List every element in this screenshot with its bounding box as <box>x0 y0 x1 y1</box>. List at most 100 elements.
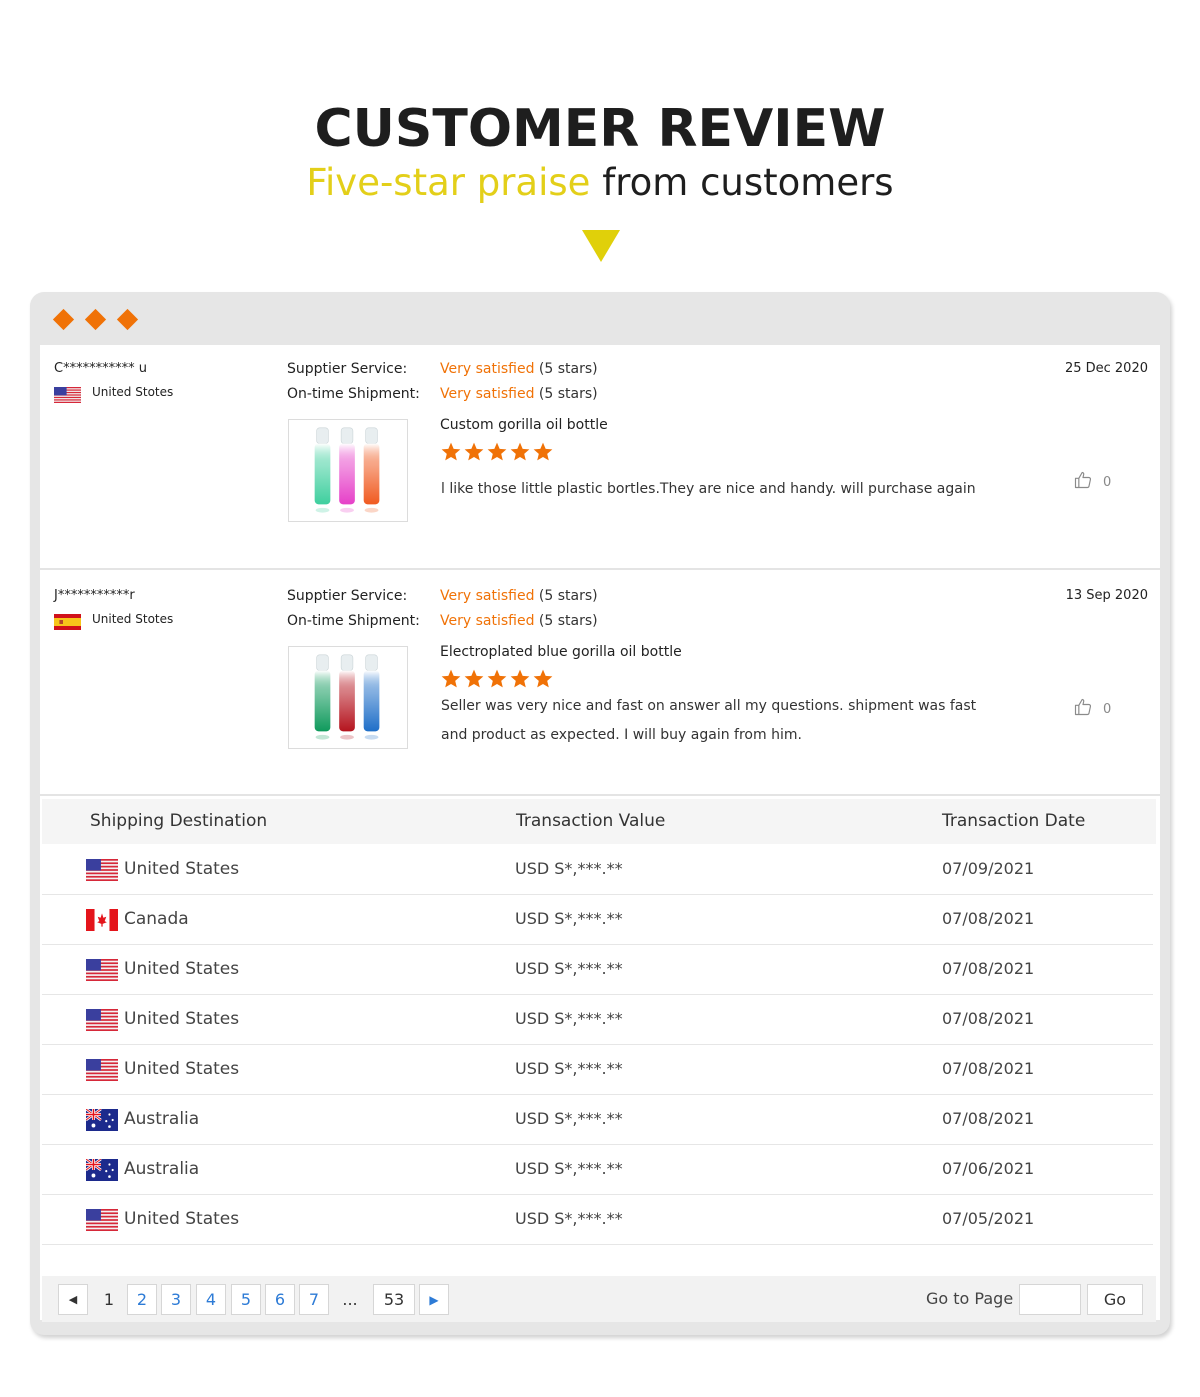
table-row: United States USD S*,***.** 07/08/2021 <box>42 945 1153 995</box>
table-row: United States USD S*,***.** 07/08/2021 <box>42 995 1153 1045</box>
country-flag-icon <box>86 859 118 882</box>
date-cell: 07/06/2021 <box>942 1159 1035 1178</box>
pagination-bar: ◀ 1 2 3 4 5 6 7 ... 53 ▶ Go to Page Go <box>42 1276 1156 1322</box>
page-button[interactable]: 7 <box>299 1284 329 1315</box>
reviewer-name: J***********r <box>54 588 135 603</box>
next-page-button[interactable]: ▶ <box>419 1284 449 1315</box>
hero-header: CUSTOMER REVIEW Five-star praise from cu… <box>0 96 1200 208</box>
thumbs-up-icon <box>1073 470 1093 494</box>
product-name: Custom gorilla oil bottle <box>440 417 608 433</box>
destination-cell: United States <box>124 1209 240 1229</box>
service-rating: Very satisfied (5 stars) <box>440 361 598 377</box>
value-cell: USD S*,***.** <box>515 1059 623 1078</box>
star-rating <box>440 441 554 463</box>
page-button[interactable]: 2 <box>127 1284 157 1315</box>
product-name: Electroplated blue gorilla oil bottle <box>440 644 682 660</box>
rating-stars-text: (5 stars) <box>538 588 598 604</box>
star-icon <box>487 442 507 461</box>
value-cell: USD S*,***.** <box>515 1109 623 1128</box>
page-subtitle: Five-star praise from customers <box>0 158 1200 208</box>
value-cell: USD S*,***.** <box>515 859 623 878</box>
value-cell: USD S*,***.** <box>515 1009 623 1028</box>
window-dot-icon[interactable] <box>52 308 75 331</box>
star-icon <box>510 669 530 688</box>
rating-text: Very satisfied <box>440 361 535 377</box>
review-text: Seller was very nice and fast on answer … <box>441 698 977 743</box>
table-row: Australia USD S*,***.** 07/08/2021 <box>42 1095 1153 1145</box>
star-icon <box>464 669 484 688</box>
country-flag-icon <box>54 387 81 404</box>
like-button[interactable]: 0 <box>1073 697 1111 721</box>
value-cell: USD S*,***.** <box>515 909 623 928</box>
shipment-rating: Very satisfied (5 stars) <box>440 386 598 402</box>
page-button[interactable]: 5 <box>231 1284 261 1315</box>
down-arrow-icon <box>582 230 620 262</box>
page-button[interactable]: 3 <box>161 1284 191 1315</box>
country-flag-icon <box>86 1209 118 1232</box>
destination-cell: Australia <box>124 1159 200 1179</box>
like-count: 0 <box>1103 474 1112 490</box>
review-date: 13 Sep 2020 <box>1065 588 1148 603</box>
destination-cell: United States <box>124 1059 240 1079</box>
value-cell: USD S*,***.** <box>515 959 623 978</box>
rating-text: Very satisfied <box>440 386 535 402</box>
destination-cell: Canada <box>124 909 189 929</box>
review-item: J***********r United Stotes 13 Sep 2020 Sup… <box>40 572 1160 796</box>
star-icon <box>533 442 553 461</box>
goto-page-input[interactable] <box>1019 1284 1081 1315</box>
go-button[interactable]: Go <box>1087 1284 1143 1315</box>
rating-stars-text: (5 stars) <box>538 361 598 377</box>
page-button[interactable]: 4 <box>196 1284 226 1315</box>
page-current: 1 <box>103 1290 115 1309</box>
window-dot-icon[interactable] <box>84 308 107 331</box>
subtitle-rest: from customers <box>590 161 894 204</box>
date-cell: 07/05/2021 <box>942 1209 1035 1228</box>
destination-cell: United States <box>124 859 240 879</box>
goto-page-label: Go to Page <box>926 1289 1014 1308</box>
review-text: l like those little plastic bortles.They… <box>441 481 976 497</box>
subtitle-accent: Five-star praise <box>306 161 591 204</box>
country-flag-icon <box>86 1059 118 1082</box>
table-row: United States USD S*,***.** 07/09/2021 <box>42 845 1153 895</box>
star-icon <box>487 669 507 688</box>
date-cell: 07/08/2021 <box>942 1109 1035 1128</box>
prev-page-button[interactable]: ◀ <box>58 1284 88 1315</box>
table-row: Canada USD S*,***.** 07/08/2021 <box>42 895 1153 945</box>
destination-cell: Australia <box>124 1109 200 1129</box>
rating-stars-text: (5 stars) <box>538 386 598 402</box>
country-flag-icon <box>85 1107 118 1131</box>
date-cell: 07/08/2021 <box>942 959 1035 978</box>
star-rating <box>440 668 554 690</box>
page-button[interactable]: 6 <box>265 1284 295 1315</box>
reviewer-country: United Stotes <box>92 385 174 399</box>
column-header-value: Transaction Value <box>516 811 666 831</box>
rating-stars-text: (5 stars) <box>538 613 598 629</box>
date-cell: 07/08/2021 <box>942 909 1035 928</box>
table-row: United States USD S*,***.** 07/05/2021 <box>42 1195 1153 1245</box>
service-label: Supptier Service: <box>287 361 408 377</box>
service-label: Supptier Service: <box>287 588 408 604</box>
star-icon <box>441 669 461 688</box>
column-header-destination: Shipping Destination <box>90 811 268 831</box>
product-thumbnail[interactable] <box>288 646 408 749</box>
value-cell: USD S*,***.** <box>515 1209 623 1228</box>
country-flag-icon <box>86 909 118 931</box>
value-cell: USD S*,***.** <box>515 1159 623 1178</box>
country-flag-icon <box>85 1157 118 1181</box>
table-row: United States USD S*,***.** 07/08/2021 <box>42 1045 1153 1095</box>
window-dot-icon[interactable] <box>116 308 139 331</box>
like-button[interactable]: 0 <box>1073 470 1111 494</box>
star-icon <box>464 442 484 461</box>
page-ellipsis: ... <box>342 1290 358 1309</box>
star-icon <box>441 442 461 461</box>
thumbs-up-icon <box>1073 697 1093 721</box>
shipping-table-header: Shipping Destination Transaction Value T… <box>42 799 1156 844</box>
page-button-last[interactable]: 53 <box>373 1284 415 1315</box>
shipment-label: On-time Shipment: <box>287 613 420 629</box>
service-rating: Very satisfied (5 stars) <box>440 588 598 604</box>
like-count: 0 <box>1103 701 1112 717</box>
shipment-rating: Very satisfied (5 stars) <box>440 613 598 629</box>
country-flag-icon <box>86 1009 118 1032</box>
product-thumbnail[interactable] <box>288 419 408 522</box>
rating-text: Very satisfied <box>440 588 535 604</box>
